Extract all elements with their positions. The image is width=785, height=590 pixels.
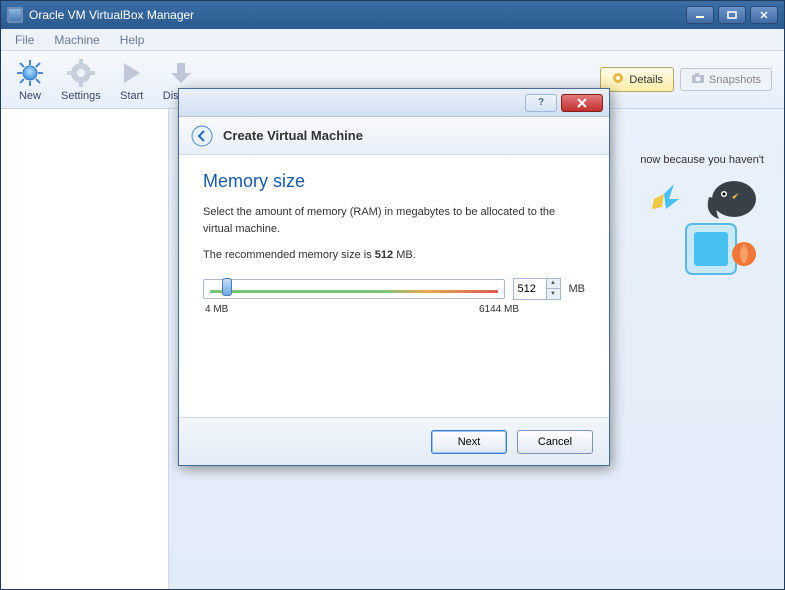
slider-thumb[interactable] [222, 278, 232, 296]
recommended-prefix: The recommended memory size is [203, 249, 375, 261]
slider-range-labels: 4 MB 6144 MB [203, 304, 521, 315]
spinner-up[interactable]: ▲ [547, 279, 560, 290]
welcome-decor [644, 169, 764, 299]
snapshots-label: Snapshots [709, 74, 761, 86]
start-arrow-icon [117, 58, 147, 88]
snapshots-button[interactable]: Snapshots [680, 68, 772, 91]
welcome-hint: now because you haven't [640, 154, 764, 166]
dialog-close-button[interactable] [561, 94, 603, 112]
minimize-button[interactable] [686, 6, 714, 24]
spinner-down[interactable]: ▼ [547, 289, 560, 299]
slider-max-label: 6144 MB [479, 304, 519, 315]
memory-spinner[interactable]: ▲ ▼ [513, 278, 561, 300]
dialog-titlebar[interactable]: ? [179, 89, 609, 117]
new-button[interactable]: New [7, 56, 53, 104]
dialog-header: Create Virtual Machine [179, 117, 609, 155]
menu-help[interactable]: Help [110, 31, 155, 49]
close-button[interactable] [750, 6, 778, 24]
window-title: Oracle VM VirtualBox Manager [29, 8, 686, 22]
menu-machine[interactable]: Machine [44, 31, 109, 49]
settings-button[interactable]: Settings [53, 56, 109, 104]
back-icon[interactable] [191, 125, 213, 147]
camera-icon [691, 72, 705, 87]
dialog-help-button[interactable]: ? [525, 94, 557, 112]
memory-slider-row: ▲ ▼ MB [203, 278, 585, 300]
settings-label: Settings [61, 90, 101, 102]
cancel-button[interactable]: Cancel [517, 430, 593, 454]
create-vm-dialog: ? Create Virtual Machine Memory size Sel… [178, 88, 610, 466]
next-button[interactable]: Next [431, 430, 507, 454]
dialog-body: Memory size Select the amount of memory … [179, 155, 609, 417]
dialog-footer: Next Cancel [179, 417, 609, 465]
window-controls [686, 6, 778, 24]
gear-icon [66, 58, 96, 88]
dialog-recommended: The recommended memory size is 512 MB. [203, 247, 585, 264]
virtualbox-icon [7, 7, 23, 23]
details-gear-icon [611, 71, 625, 88]
memory-slider[interactable] [203, 279, 505, 299]
sun-new-icon [15, 58, 45, 88]
main-titlebar: Oracle VM VirtualBox Manager [1, 1, 784, 29]
start-label: Start [120, 90, 143, 102]
maximize-button[interactable] [718, 6, 746, 24]
vm-list-sidebar[interactable] [1, 109, 169, 589]
recommended-value: 512 [375, 249, 393, 261]
discard-arrow-icon [166, 58, 196, 88]
dialog-heading: Memory size [203, 171, 585, 192]
dialog-header-title: Create Virtual Machine [223, 128, 363, 143]
recommended-suffix: MB. [393, 249, 416, 261]
details-label: Details [629, 74, 663, 86]
menubar: File Machine Help [1, 29, 784, 51]
details-button[interactable]: Details [600, 67, 674, 92]
menu-file[interactable]: File [5, 31, 44, 49]
memory-input[interactable] [514, 283, 546, 295]
dialog-description: Select the amount of memory (RAM) in meg… [203, 204, 585, 237]
slider-min-label: 4 MB [205, 304, 228, 315]
unit-label: MB [569, 283, 586, 295]
start-button[interactable]: Start [109, 56, 155, 104]
new-label: New [19, 90, 41, 102]
